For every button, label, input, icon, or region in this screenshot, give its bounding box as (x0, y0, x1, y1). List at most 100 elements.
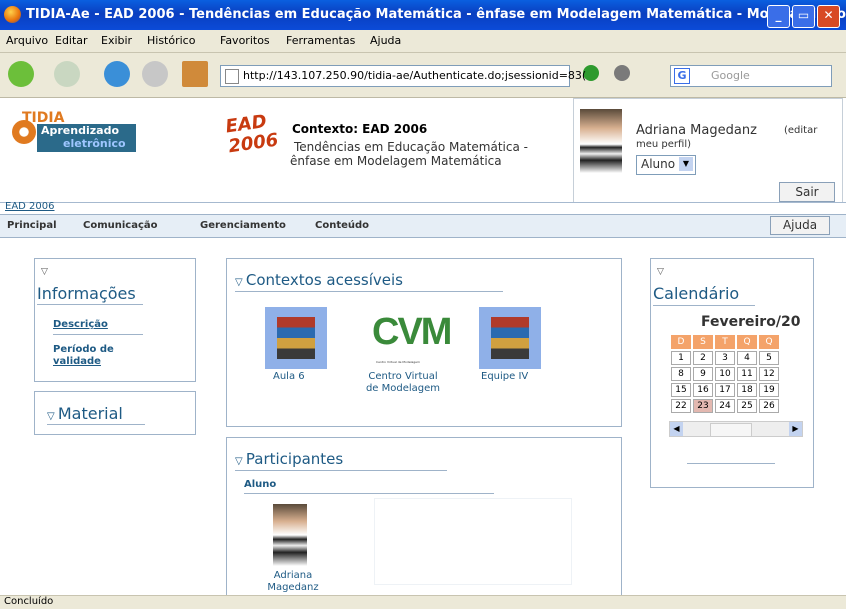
reload-icon[interactable] (104, 61, 130, 87)
calendar-day[interactable]: 2 (693, 351, 713, 365)
page-header: TIDIA Aprendizado eletrônico EAD 2006 Co… (0, 98, 846, 204)
info-panel: ▽ Informações Descrição Período de valid… (34, 258, 196, 382)
collapse-icon[interactable]: ▽ (657, 267, 664, 277)
tab-gerenciamento[interactable]: Gerenciamento (200, 220, 286, 231)
context-cvm-label-1[interactable]: Centro Virtual (363, 371, 443, 382)
calendar-day[interactable]: 11 (737, 367, 757, 381)
participant-avatar[interactable] (273, 504, 307, 566)
calendar-day[interactable]: 5 (759, 351, 779, 365)
calendar-day[interactable]: 15 (671, 383, 691, 397)
calendar-grid: D S T Q Q 1 2 3 4 5 8 9 10 11 12 15 16 1… (669, 333, 781, 415)
calendar-day[interactable]: 26 (759, 399, 779, 413)
info-period-link-2[interactable]: validade (53, 356, 101, 367)
calendar-day[interactable]: 18 (737, 383, 757, 397)
ead-2006-logo: EAD 2006 (224, 110, 280, 158)
participants-panel: ▽ Participantes Aluno Adriana Magedanz (226, 437, 622, 598)
back-icon[interactable] (8, 61, 34, 87)
close-button[interactable]: ✕ (817, 5, 840, 28)
menu-ajuda[interactable]: Ajuda (370, 34, 401, 47)
calendar-day[interactable]: 22 (671, 399, 691, 413)
context-description-1: Tendências em Educação Matemática - (294, 140, 528, 154)
menu-exibir[interactable]: Exibir (101, 34, 132, 47)
calendar-day[interactable]: 4 (737, 351, 757, 365)
page-icon (225, 69, 239, 84)
addon-icon[interactable] (614, 65, 630, 81)
menu-ferramentas[interactable]: Ferramentas (286, 34, 355, 47)
info-period-link-1[interactable]: Período de (53, 344, 114, 355)
window-title: TIDIA-Ae - EAD 2006 - Tendências em Educ… (26, 7, 846, 22)
calendar-day[interactable]: 24 (715, 399, 735, 413)
url-text: http://143.107.250.90/tidia-ae/Authentic… (243, 69, 587, 82)
context-equipe-icon[interactable] (479, 307, 541, 369)
menu-historico[interactable]: Histórico (147, 34, 195, 47)
material-panel: ▽ Material (34, 391, 196, 435)
info-description-link[interactable]: Descrição (53, 319, 108, 330)
collapse-icon[interactable]: ▽ (235, 277, 246, 288)
calendar-scrollbar[interactable]: ◀ ▶ (669, 421, 803, 437)
search-placeholder: Google (711, 69, 750, 82)
edit-profile-link-2[interactable]: meu perfil) (636, 139, 691, 150)
context-equipe-label[interactable]: Equipe IV (481, 371, 528, 382)
stop-icon[interactable] (142, 61, 168, 87)
context-description-2: ênfase em Modelagem Matemática (290, 154, 502, 168)
collapse-icon[interactable]: ▽ (235, 456, 246, 467)
calendar-day-header: T (715, 335, 735, 349)
calendar-day[interactable]: 16 (693, 383, 713, 397)
books-icon (277, 317, 315, 359)
forward-icon[interactable] (54, 61, 80, 87)
participant-name-2[interactable]: Magedanz (260, 582, 326, 593)
status-text: Concluído (4, 596, 54, 607)
url-bar[interactable]: http://143.107.250.90/tidia-ae/Authentic… (220, 65, 586, 87)
help-button[interactable]: Ajuda (770, 216, 830, 235)
scroll-right-icon[interactable]: ▶ (789, 422, 802, 436)
calendar-day[interactable]: 9 (693, 367, 713, 381)
tab-conteudo[interactable]: Conteúdo (315, 220, 369, 231)
minimize-button[interactable]: _ (767, 5, 790, 28)
context-cvm-label-2[interactable]: de Modelagem (363, 383, 443, 394)
info-title: Informações (37, 284, 136, 303)
tidia-logo[interactable]: TIDIA Aprendizado eletrônico (12, 110, 152, 158)
context-cvm-logo[interactable]: CVM Centro Virtual de Modelagem (370, 307, 452, 369)
material-title[interactable]: ▽ Material (47, 404, 123, 423)
calendar-day[interactable]: 1 (671, 351, 691, 365)
user-panel: Adriana Magedanz (editar meu perfil) Alu… (573, 98, 843, 204)
menu-editar[interactable]: Editar (55, 34, 88, 47)
calendar-day[interactable]: 19 (759, 383, 779, 397)
chevron-down-icon: ▼ (679, 157, 693, 171)
calendar-day-header: S (693, 335, 713, 349)
scroll-left-icon[interactable]: ◀ (670, 422, 683, 436)
firefox-icon (4, 6, 21, 23)
context-aula6-label[interactable]: Aula 6 (273, 371, 305, 382)
breadcrumb[interactable]: EAD 2006 (5, 201, 55, 212)
contexts-panel: ▽ Contextos acessíveis Aula 6 CVM Centro… (226, 258, 622, 427)
participant-name-1[interactable]: Adriana (265, 570, 321, 581)
context-aula6-icon[interactable] (265, 307, 327, 369)
tab-comunicacao[interactable]: Comunicação (83, 220, 158, 231)
calendar-panel: ▽ Calendário Fevereiro/20 D S T Q Q 1 2 … (650, 258, 814, 488)
search-box[interactable]: G Google (670, 65, 832, 87)
scroll-thumb[interactable] (710, 423, 752, 437)
calendar-day[interactable]: 12 (759, 367, 779, 381)
calendar-month: Fevereiro/20 (701, 314, 801, 330)
maximize-button[interactable]: ▭ (792, 5, 815, 28)
tab-principal[interactable]: Principal (7, 220, 57, 231)
calendar-day-header: D (671, 335, 691, 349)
calendar-day[interactable]: 10 (715, 367, 735, 381)
logout-button[interactable]: Sair (779, 182, 835, 202)
menu-bar: Arquivo Editar Exibir Histórico Favorito… (0, 30, 846, 53)
menu-arquivo[interactable]: Arquivo (6, 34, 48, 47)
calendar-day[interactable]: 3 (715, 351, 735, 365)
role-select[interactable]: Aluno ▼ (636, 155, 696, 175)
calendar-day[interactable]: 8 (671, 367, 691, 381)
menu-favoritos[interactable]: Favoritos (220, 34, 270, 47)
collapse-icon[interactable]: ▽ (41, 267, 48, 277)
calendar-day-header: Q (737, 335, 757, 349)
calendar-day[interactable]: 25 (737, 399, 757, 413)
user-name: Adriana Magedanz (636, 123, 757, 138)
edit-profile-link-1[interactable]: (editar (784, 125, 817, 136)
calendar-day[interactable]: 17 (715, 383, 735, 397)
collapse-icon: ▽ (47, 411, 58, 422)
search-engine-icon[interactable]: G (674, 68, 690, 84)
calendar-day-today[interactable]: 23 (693, 399, 713, 413)
home-icon[interactable] (182, 61, 208, 87)
